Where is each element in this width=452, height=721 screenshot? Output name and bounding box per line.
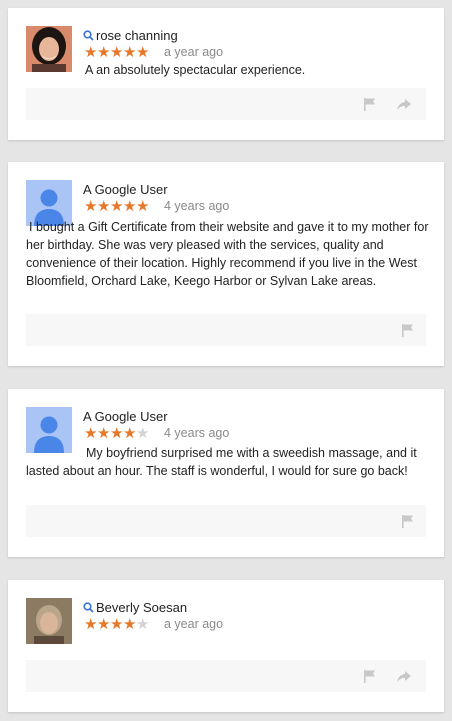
- review-time: a year ago: [164, 617, 224, 631]
- author-name[interactable]: Beverly Soesan: [96, 599, 187, 616]
- review-text: I bought a Gift Certificate from their w…: [26, 220, 429, 288]
- review-card: A Google User ★ ★ ★ ★ ★ 4 years ago I bought…: [8, 162, 444, 366]
- star-icon: ★: [84, 425, 98, 442]
- flag-icon[interactable]: [400, 322, 416, 338]
- search-icon[interactable]: [83, 602, 94, 613]
- review-time: 4 years ago: [164, 199, 230, 213]
- star-icon: ★: [84, 198, 98, 215]
- star-icon: ★: [136, 425, 150, 442]
- star-icon: ★: [84, 616, 98, 633]
- flag-icon[interactable]: [362, 668, 378, 684]
- flag-icon[interactable]: [400, 513, 416, 529]
- star-rating: ★ ★ ★ ★ ★: [84, 616, 149, 633]
- flag-icon[interactable]: [362, 96, 378, 112]
- star-icon: ★: [97, 425, 111, 442]
- avatar[interactable]: [26, 26, 72, 72]
- star-icon: ★: [110, 425, 124, 442]
- star-icon: ★: [110, 198, 124, 215]
- star-icon: ★: [136, 198, 150, 215]
- star-icon: ★: [123, 425, 137, 442]
- star-icon: ★: [110, 44, 124, 61]
- star-icon: ★: [123, 616, 137, 633]
- share-icon[interactable]: [396, 668, 412, 684]
- review-time: 4 years ago: [164, 426, 230, 440]
- search-icon[interactable]: [83, 30, 94, 41]
- action-bar: [26, 88, 426, 120]
- star-rating: ★ ★ ★ ★ ★: [84, 425, 149, 442]
- review-time: a year ago: [164, 45, 224, 59]
- author-name[interactable]: A Google User: [83, 408, 168, 425]
- share-icon[interactable]: [396, 96, 412, 112]
- star-icon: ★: [97, 616, 111, 633]
- star-icon: ★: [84, 44, 98, 61]
- star-icon: ★: [136, 44, 150, 61]
- star-icon: ★: [123, 44, 137, 61]
- star-rating: ★ ★ ★ ★ ★: [84, 44, 149, 61]
- action-bar: [26, 314, 426, 346]
- review-card: rose channing ★ ★ ★ ★ ★ a year ago A an abso…: [8, 8, 444, 140]
- star-icon: ★: [97, 198, 111, 215]
- author-name[interactable]: A Google User: [83, 181, 168, 198]
- avatar[interactable]: [26, 598, 72, 644]
- review-card: Beverly Soesan ★ ★ ★ ★ ★ a year ago: [8, 580, 444, 712]
- action-bar: [26, 660, 426, 692]
- review-text: My boyfriend surprised me with a sweedis…: [26, 446, 417, 478]
- action-bar: [26, 505, 426, 537]
- star-icon: ★: [136, 616, 150, 633]
- star-icon: ★: [110, 616, 124, 633]
- review-text: A an absolutely spectacular experience.: [85, 63, 306, 77]
- star-icon: ★: [97, 44, 111, 61]
- star-icon: ★: [123, 198, 137, 215]
- review-card: A Google User ★ ★ ★ ★ ★ 4 years ago My boyfr…: [8, 389, 444, 557]
- author-name[interactable]: rose channing: [96, 27, 178, 44]
- star-rating: ★ ★ ★ ★ ★: [84, 198, 149, 215]
